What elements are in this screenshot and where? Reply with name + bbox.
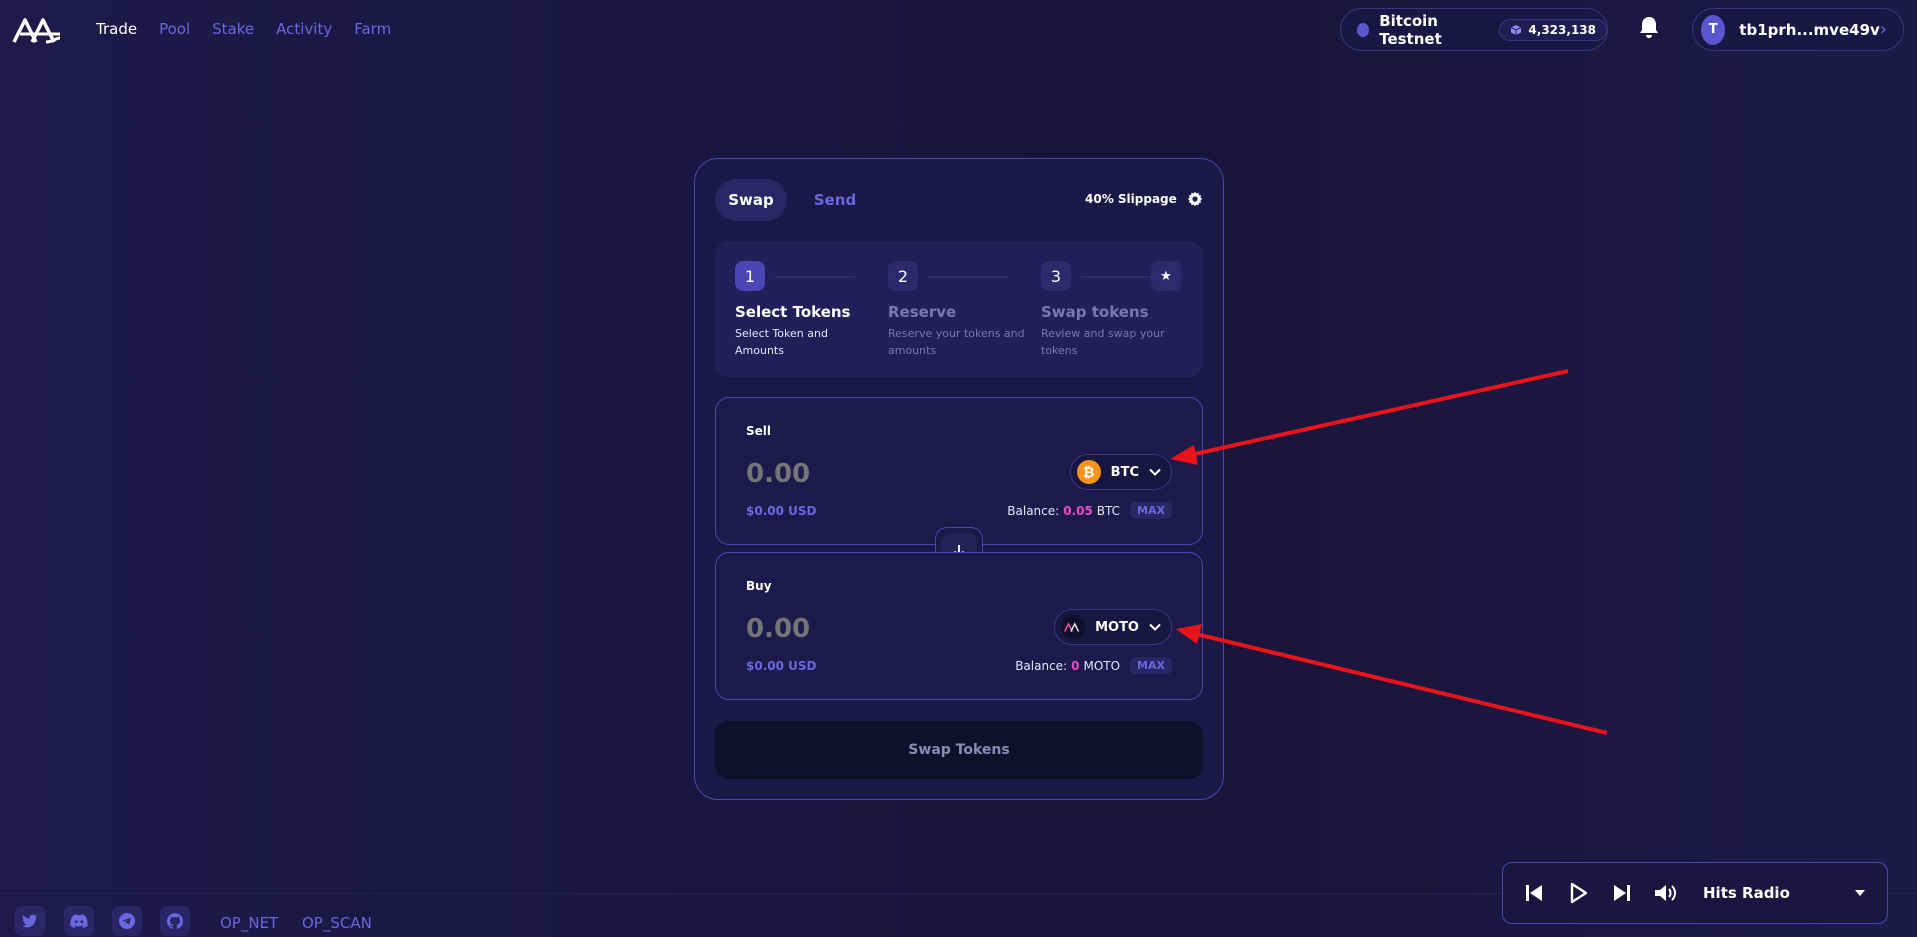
gear-icon[interactable] <box>1187 191 1203 207</box>
buy-balance-value: 0 <box>1071 658 1080 673</box>
step-3-number: 3 <box>1041 261 1071 291</box>
annotation-arrow-buy <box>1176 624 1608 735</box>
discord-icon[interactable] <box>64 906 94 936</box>
footer-link-opnet[interactable]: OP_NET <box>220 914 278 932</box>
telegram-icon[interactable] <box>112 906 142 936</box>
sell-balance: Balance: 0.05 BTC MAX <box>1007 502 1172 519</box>
wallet-address: tb1prh...mve49v <box>1739 20 1880 39</box>
bitcoin-icon: ₿ <box>1076 460 1101 484</box>
nav-stake[interactable]: Stake <box>212 20 254 38</box>
annotation-arrow-sell <box>1170 369 1569 465</box>
chevron-down-icon <box>1149 623 1161 631</box>
step-1-number: 1 <box>735 261 765 291</box>
sell-token-symbol: BTC <box>1110 464 1139 480</box>
tab-send[interactable]: Send <box>801 179 869 221</box>
sell-balance-value: 0.05 <box>1063 503 1093 518</box>
tab-swap[interactable]: Swap <box>715 179 787 221</box>
wallet-button[interactable]: T tb1prh...mve49v › <box>1692 8 1904 51</box>
swap-card: Swap Send 40% Slippage 1 2 3 ★ Select To… <box>694 158 1224 800</box>
play-icon[interactable] <box>1567 882 1589 904</box>
step-final-star: ★ <box>1151 261 1181 291</box>
slippage-settings[interactable]: 40% Slippage <box>1085 191 1203 207</box>
sell-panel: Sell $0.00 USD ₿ BTC Balance: 0.05 BTC M… <box>715 397 1203 545</box>
caret-down-icon[interactable] <box>1855 889 1865 897</box>
nav-farm[interactable]: Farm <box>354 20 391 38</box>
swap-tokens-button[interactable]: Swap Tokens <box>715 721 1203 779</box>
moto-token-icon <box>1061 615 1086 639</box>
buy-max-button[interactable]: MAX <box>1130 657 1172 674</box>
nav-trade[interactable]: Trade <box>96 20 137 38</box>
skip-back-icon[interactable] <box>1523 882 1545 904</box>
network-selector[interactable]: Bitcoin Testnet 4,323,138 <box>1340 8 1608 51</box>
main-nav: Trade Pool Stake Activity Farm <box>96 20 413 38</box>
network-name: Bitcoin Testnet <box>1379 11 1442 48</box>
footer-link-opscan[interactable]: OP_SCAN <box>302 914 372 932</box>
app-logo[interactable] <box>12 12 64 46</box>
step-2-desc: Reserve your tokens and amounts <box>888 327 1025 357</box>
buy-balance: Balance: 0 MOTO MAX <box>1015 657 1172 674</box>
sell-max-button[interactable]: MAX <box>1130 502 1172 519</box>
top-header: Trade Pool Stake Activity Farm Bitcoin T… <box>0 0 1917 58</box>
bell-icon[interactable] <box>1638 15 1660 39</box>
buy-amount-input[interactable] <box>746 609 966 649</box>
buy-balance-label: Balance: <box>1015 658 1068 673</box>
twitter-icon[interactable] <box>15 906 45 936</box>
step-3-title: Swap tokens <box>1041 303 1149 321</box>
github-icon[interactable] <box>160 906 190 936</box>
avatar: T <box>1701 14 1726 45</box>
buy-token-selector[interactable]: MOTO <box>1054 609 1172 645</box>
star-icon: ★ <box>1160 268 1172 284</box>
sell-amount-input[interactable] <box>746 454 966 494</box>
step-1-desc: Select Token and Amounts <box>735 327 828 357</box>
buy-usd-value: $0.00 USD <box>746 659 817 673</box>
sell-balance-label: Balance: <box>1007 503 1060 518</box>
sell-balance-unit: BTC <box>1096 503 1121 518</box>
swap-stepper: 1 2 3 ★ Select Tokens Select Token and A… <box>715 241 1203 377</box>
sell-usd-value: $0.00 USD <box>746 504 817 518</box>
step-3-desc: Review and swap your tokens <box>1041 327 1165 357</box>
app-root: Trade Pool Stake Activity Farm Bitcoin T… <box>0 0 1917 937</box>
cube-icon <box>1511 24 1522 35</box>
network-status-dot <box>1357 22 1370 37</box>
skip-forward-icon[interactable] <box>1611 882 1633 904</box>
nav-pool[interactable]: Pool <box>159 20 190 38</box>
buy-token-symbol: MOTO <box>1095 619 1139 635</box>
step-connector <box>775 276 855 278</box>
station-name: Hits Radio <box>1703 884 1790 902</box>
sell-token-selector[interactable]: ₿ BTC <box>1069 454 1172 490</box>
radio-player: Hits Radio <box>1502 862 1888 924</box>
slippage-label: 40% Slippage <box>1085 192 1177 206</box>
nav-activity[interactable]: Activity <box>276 20 332 38</box>
sell-label: Sell <box>746 424 772 438</box>
buy-label: Buy <box>746 579 772 593</box>
block-height-badge: 4,323,138 <box>1499 18 1607 41</box>
step-1-title: Select Tokens <box>735 303 851 321</box>
step-2-title: Reserve <box>888 303 957 321</box>
buy-balance-unit: MOTO <box>1083 658 1121 673</box>
chevron-down-icon <box>1149 468 1161 476</box>
block-height: 4,323,138 <box>1528 22 1596 37</box>
step-connector <box>928 276 1008 278</box>
step-2-number: 2 <box>888 261 918 291</box>
chevron-right-icon: › <box>1879 19 1887 40</box>
buy-panel: Buy $0.00 USD MOTO Balance: 0 MOTO <box>715 552 1203 700</box>
volume-icon[interactable] <box>1653 882 1679 904</box>
